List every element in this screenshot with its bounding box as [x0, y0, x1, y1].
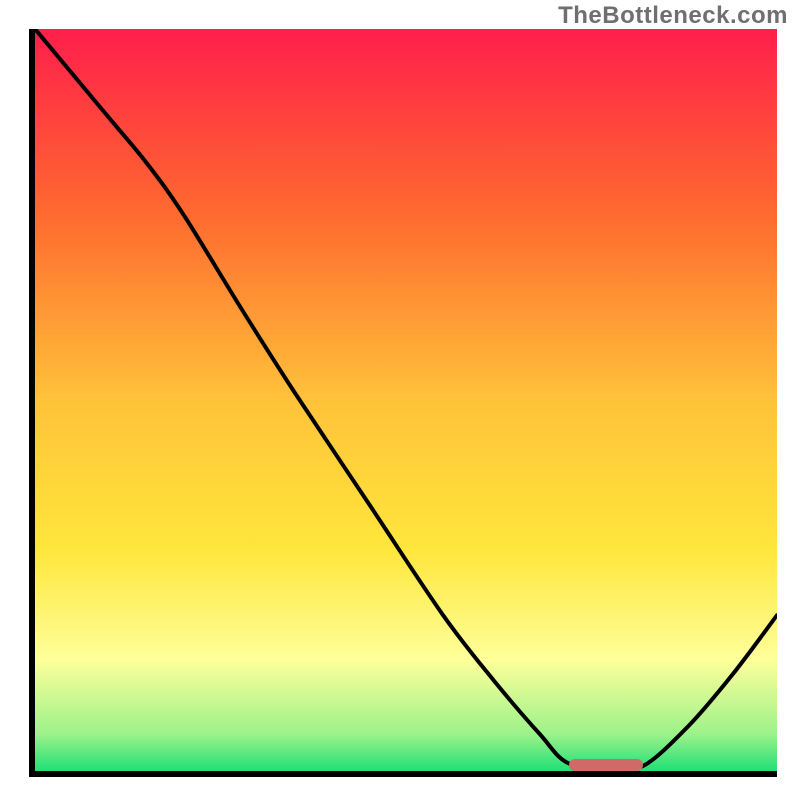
watermark-text: TheBottleneck.com [558, 2, 788, 30]
chart-root: TheBottleneck.com [0, 0, 800, 800]
plot-frame [29, 29, 777, 777]
optimum-marker [569, 759, 643, 771]
plot-area [35, 29, 777, 771]
data-curve [35, 29, 777, 771]
